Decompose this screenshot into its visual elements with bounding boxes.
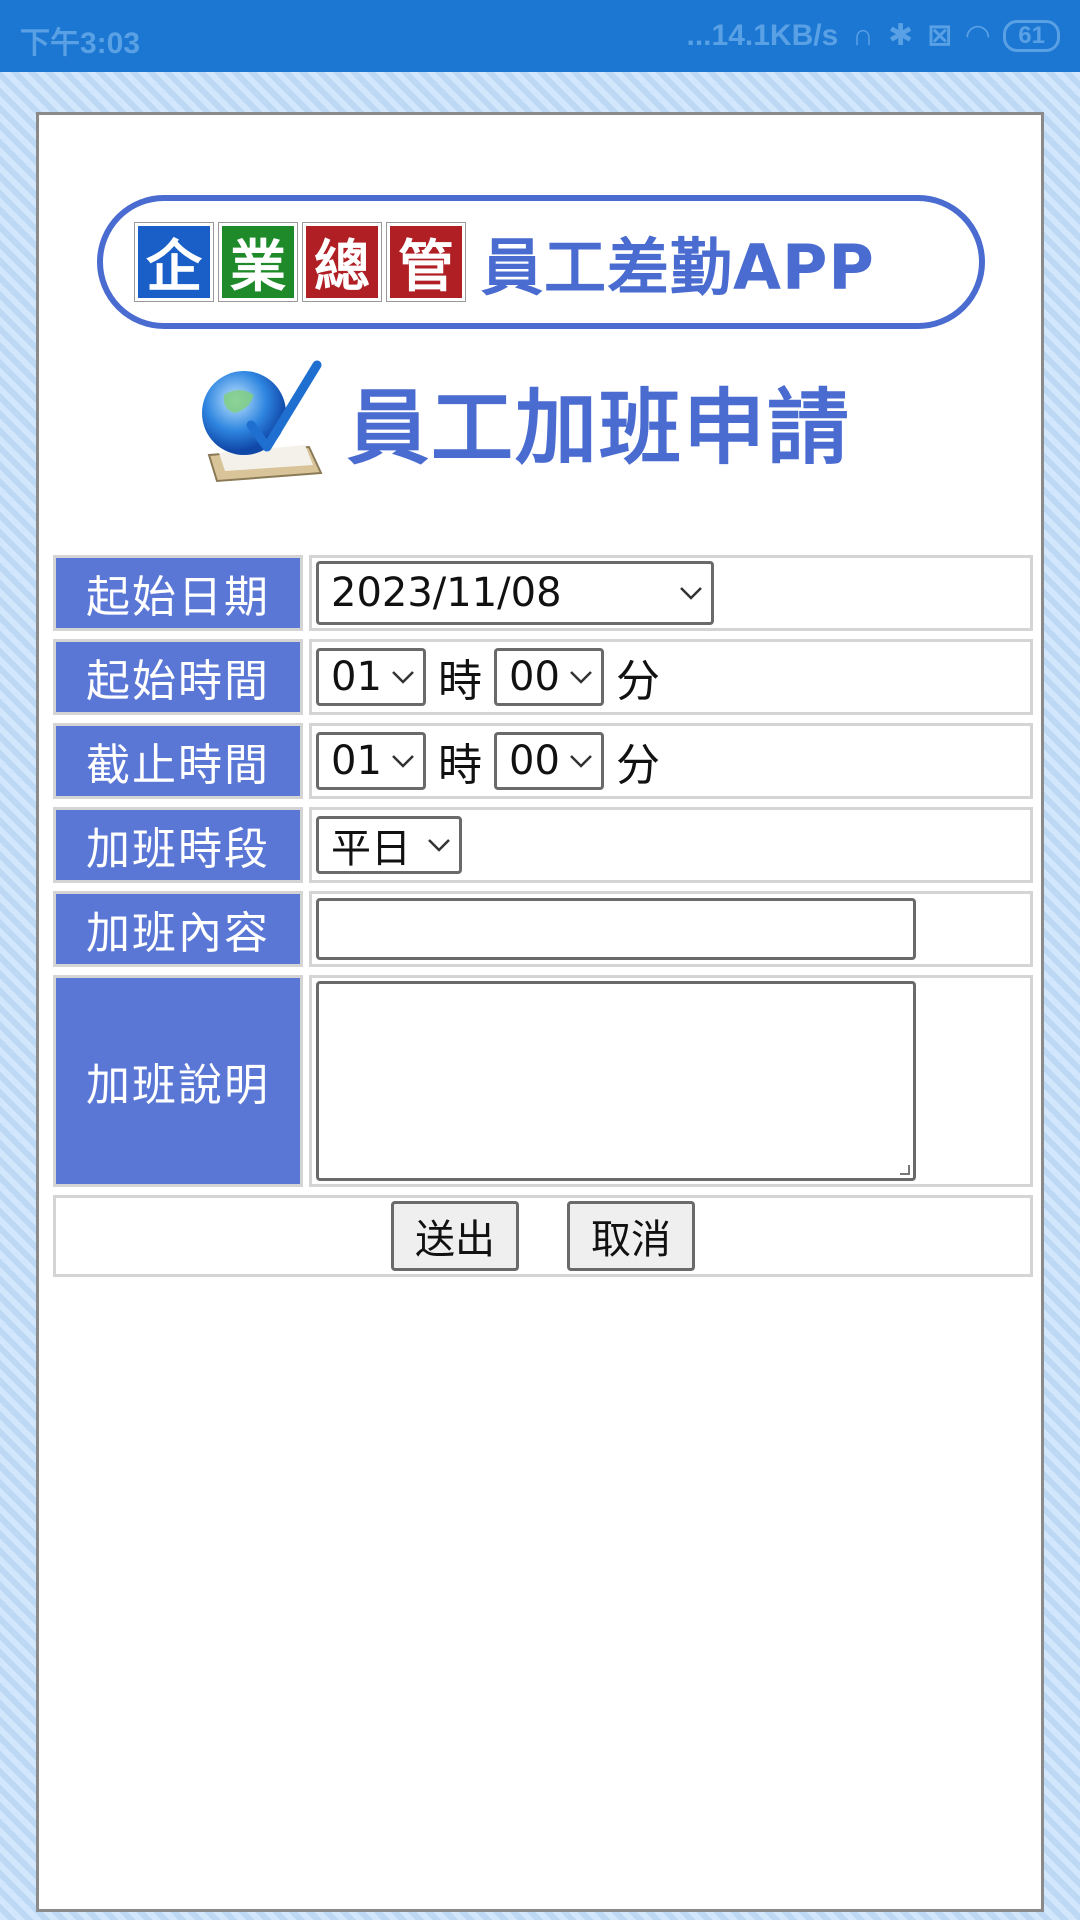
start-date-select[interactable]: 2023/11/08 xyxy=(316,561,714,625)
banner-tile: 業 xyxy=(218,222,298,302)
wifi-icon: ◠ xyxy=(966,19,990,52)
cancel-button[interactable]: 取消 xyxy=(567,1201,695,1271)
row-period: 加班時段 平日 xyxy=(53,807,1033,883)
period-value: 平日 xyxy=(331,826,411,872)
start-minute-value: 00 xyxy=(509,654,560,700)
end-hour-value: 01 xyxy=(331,738,382,784)
app-banner: 企 業 總 管 員工差勤APP xyxy=(97,195,985,329)
cell-start-time: 01 時 00 分 xyxy=(309,639,1033,715)
globe-checklist-icon xyxy=(202,360,323,483)
minute-unit: 分 xyxy=(616,656,660,707)
status-icons: ...14.1KB/s ∩ ✱ ⊠ ◠ 61 xyxy=(687,18,1060,53)
label-start-time: 起始時間 xyxy=(53,639,303,715)
battery-icon: 61 xyxy=(1003,19,1060,52)
chevron-down-icon xyxy=(570,755,592,768)
period-select[interactable]: 平日 xyxy=(316,816,462,874)
cell-period: 平日 xyxy=(309,807,1033,883)
cell-end-time: 01 時 00 分 xyxy=(309,723,1033,799)
label-period: 加班時段 xyxy=(53,807,303,883)
end-minute-value: 00 xyxy=(509,738,560,784)
form-card: 企 業 總 管 員工差勤APP 員工加班申請 起始日期 2023/11/08 起… xyxy=(36,112,1044,1912)
label-start-date: 起始日期 xyxy=(53,555,303,631)
start-hour-select[interactable]: 01 xyxy=(316,648,426,706)
row-description: 加班說明 xyxy=(53,975,1033,1187)
description-textarea[interactable] xyxy=(316,981,916,1181)
bluetooth-icon: ✱ xyxy=(887,19,914,52)
overtime-form: 起始日期 2023/11/08 起始時間 01 時 00 分 截止時間 01 時… xyxy=(53,555,1033,1277)
banner-tile: 企 xyxy=(134,222,214,302)
app-title: 員工差勤APP xyxy=(481,231,875,304)
headphone-icon: ∩ xyxy=(852,18,874,52)
page-heading: 員工加班申請 xyxy=(189,355,851,485)
chevron-down-icon xyxy=(392,755,414,768)
cell-description xyxy=(309,975,1033,1187)
label-end-time: 截止時間 xyxy=(53,723,303,799)
row-start-date: 起始日期 2023/11/08 xyxy=(53,555,1033,631)
start-hour-value: 01 xyxy=(331,654,382,700)
status-bar: 下午3:03 ...14.1KB/s ∩ ✱ ⊠ ◠ 61 xyxy=(0,0,1080,72)
label-content: 加班內容 xyxy=(53,891,303,967)
row-start-time: 起始時間 01 時 00 分 xyxy=(53,639,1033,715)
end-minute-select[interactable]: 00 xyxy=(494,732,604,790)
end-hour-select[interactable]: 01 xyxy=(316,732,426,790)
banner-tile: 管 xyxy=(386,222,466,302)
resize-handle[interactable] xyxy=(900,1165,910,1175)
form-actions: 送出 取消 xyxy=(53,1195,1033,1277)
chevron-down-icon xyxy=(680,587,702,600)
status-time: 下午3:03 xyxy=(20,27,141,60)
banner-tile: 總 xyxy=(302,222,382,302)
label-description: 加班說明 xyxy=(53,975,303,1187)
cell-content xyxy=(309,891,1033,967)
hour-unit: 時 xyxy=(438,656,482,707)
content-input[interactable] xyxy=(316,898,916,960)
submit-button[interactable]: 送出 xyxy=(391,1201,519,1271)
network-speed: ...14.1KB/s xyxy=(686,18,839,52)
start-date-value: 2023/11/08 xyxy=(331,570,562,616)
chevron-down-icon xyxy=(570,671,592,684)
row-end-time: 截止時間 01 時 00 分 xyxy=(53,723,1033,799)
chevron-down-icon xyxy=(392,671,414,684)
cell-start-date: 2023/11/08 xyxy=(309,555,1033,631)
row-content: 加班內容 xyxy=(53,891,1033,967)
hour-unit: 時 xyxy=(438,740,482,791)
minute-unit: 分 xyxy=(616,740,660,791)
page-title: 員工加班申請 xyxy=(347,380,852,476)
start-minute-select[interactable]: 00 xyxy=(494,648,604,706)
sim-off-icon: ⊠ xyxy=(927,19,953,52)
chevron-down-icon xyxy=(428,839,450,852)
